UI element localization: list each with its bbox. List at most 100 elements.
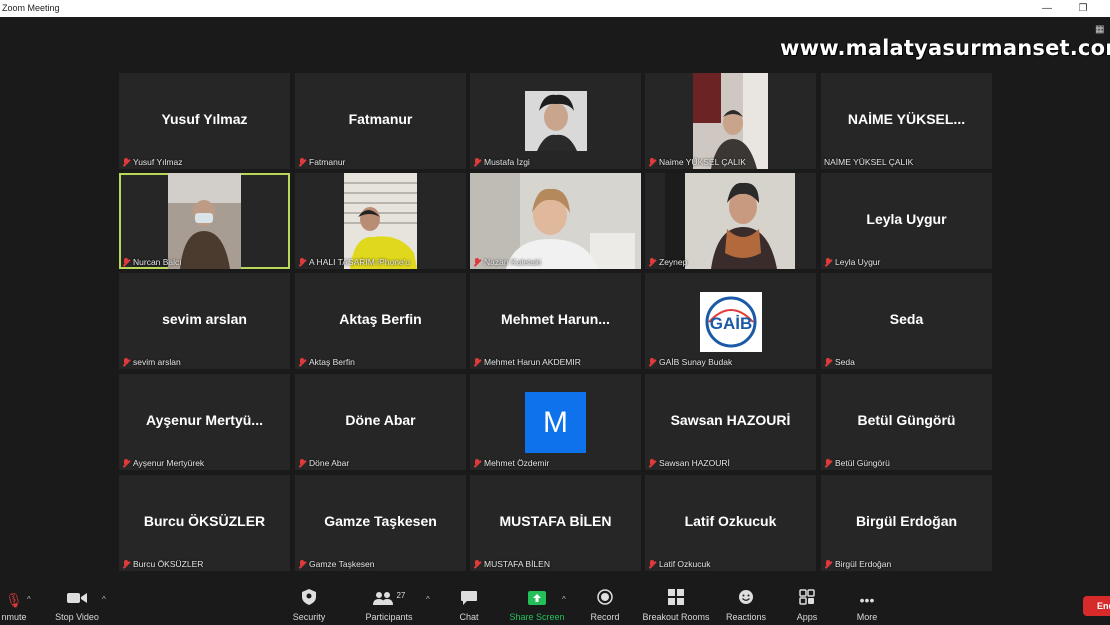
participant-caption-name: Burcu ÖKSÜZLER	[133, 559, 204, 569]
window-title: Zoom Meeting	[2, 3, 60, 13]
muted-mic-icon	[648, 357, 656, 367]
participant-caption: Mustafa İzgi	[473, 157, 530, 167]
muted-mic-icon	[824, 357, 832, 367]
video-options-caret-icon[interactable]: ^	[102, 595, 106, 604]
participant-caption: Ayşenur Mertyürek	[122, 458, 204, 468]
participant-caption: MUSTAFA BİLEN	[473, 559, 550, 569]
participant-caption-name: Zeynep	[659, 257, 688, 267]
participant-tile[interactable]: Mustafa İzgi	[470, 73, 641, 169]
share-options-caret-icon[interactable]: ^	[562, 595, 566, 604]
participant-caption-name: Betül Güngörü	[835, 458, 890, 468]
participant-tile[interactable]: Yusuf Yılmaz Yusuf Yılmaz	[119, 73, 290, 169]
participant-caption-name: Yusuf Yılmaz	[133, 157, 183, 167]
end-meeting-button[interactable]: End	[1083, 596, 1110, 616]
record-button[interactable]: Record	[586, 583, 624, 625]
participant-caption-name: Nazan Kaletaki	[484, 257, 542, 267]
participant-tile[interactable]: GAİB GAİB Sunay Budak	[645, 273, 816, 369]
participant-tile[interactable]: Ayşenur Mertyü... Ayşenur Mertyürek	[119, 374, 290, 470]
muted-mic-icon	[122, 357, 130, 367]
participant-caption-name: MUSTAFA BİLEN	[484, 559, 550, 569]
initial-avatar: M	[525, 392, 586, 453]
participant-display-name: sevim arslan	[162, 311, 247, 327]
participant-caption-name: Mehmet Harun AKDEMIR	[484, 357, 581, 367]
participant-tile[interactable]: Gamze Taşkesen Gamze Taşkesen	[295, 475, 466, 571]
participant-tile[interactable]: Mehmet Harun... Mehmet Harun AKDEMIR	[470, 273, 641, 369]
reactions-button[interactable]: Reactions	[724, 583, 768, 625]
participant-caption: Aktaş Berfin	[298, 357, 355, 367]
participant-caption: GAİB Sunay Budak	[648, 357, 732, 367]
participants-icon: 27	[361, 589, 417, 611]
gallery-grid: Yusuf Yılmaz Yusuf Yılmaz Fatmanur Fatma…	[119, 73, 994, 571]
participant-tile[interactable]: Naime YÜKSEL ÇALIK	[645, 73, 816, 169]
participant-tile[interactable]: Burcu ÖKSÜZLER Burcu ÖKSÜZLER	[119, 475, 290, 571]
participant-caption: Naime YÜKSEL ÇALIK	[648, 157, 746, 167]
participant-tile[interactable]: Zeynep	[645, 173, 816, 269]
stop-video-button[interactable]: Stop Video	[50, 583, 104, 625]
participant-display-name: Döne Abar	[345, 412, 416, 428]
muted-mic-icon	[298, 357, 306, 367]
participant-tile[interactable]: Birgül Erdoğan Birgül Erdoğan	[821, 475, 992, 571]
participant-tile[interactable]: Leyla Uygur Leyla Uygur	[821, 173, 992, 269]
participant-caption: Seda	[824, 357, 855, 367]
security-button[interactable]: Security	[289, 583, 329, 625]
grid-view-icon[interactable]: ▦	[1095, 24, 1104, 35]
participant-tile[interactable]: M Mehmet Özdemir	[470, 374, 641, 470]
participant-caption: Latif Ozkucuk	[648, 559, 711, 569]
muted-mic-icon	[122, 458, 130, 468]
muted-mic-icon	[648, 559, 656, 569]
participant-caption-name: Birgül Erdoğan	[835, 559, 892, 569]
security-label: Security	[292, 612, 326, 622]
video-feed	[693, 73, 768, 169]
more-button[interactable]: ••• More	[850, 583, 884, 625]
participant-caption-name: Döne Abar	[309, 458, 350, 468]
participant-caption-name: Seda	[835, 357, 855, 367]
participant-tile[interactable]: MUSTAFA BİLEN MUSTAFA BİLEN	[470, 475, 641, 571]
participant-caption: Yusuf Yılmaz	[122, 157, 182, 167]
muted-mic-icon	[298, 257, 306, 267]
share-screen-button[interactable]: Share Screen	[508, 583, 566, 625]
video-feed	[168, 173, 241, 269]
muted-mic-icon	[824, 458, 832, 468]
participant-tile[interactable]: Aktaş Berfin Aktaş Berfin	[295, 273, 466, 369]
participants-options-caret-icon[interactable]: ^	[426, 595, 430, 604]
participant-tile[interactable]: NAİME YÜKSEL... NAİME YÜKSEL ÇALIK	[821, 73, 992, 169]
unmute-button[interactable]: 🎙 nmute	[0, 583, 28, 625]
participant-caption-name: Naime YÜKSEL ÇALIK	[659, 157, 746, 167]
chat-label: Chat	[459, 612, 479, 622]
apps-button[interactable]: Apps	[790, 583, 824, 625]
participant-tile[interactable]: Betül Güngörü Betül Güngörü	[821, 374, 992, 470]
participant-caption-name: Mustafa İzgi	[484, 157, 530, 167]
participant-caption-name: Mehmet Özdemir	[484, 458, 550, 468]
chat-button[interactable]: Chat	[452, 583, 486, 625]
participant-tile[interactable]: A HALI TASARIM iPhone'u	[295, 173, 466, 269]
muted-mic-icon	[473, 559, 481, 569]
participant-tile-active-speaker[interactable]: Nurcan Balcı	[119, 173, 290, 269]
breakout-rooms-button[interactable]: Breakout Rooms	[640, 583, 712, 625]
participant-display-name: NAİME YÜKSEL...	[847, 111, 966, 127]
gaib-logo-icon: GAİB	[705, 296, 757, 348]
participant-tile[interactable]: Fatmanur Fatmanur	[295, 73, 466, 169]
participant-display-name: Betül Güngörü	[857, 412, 956, 428]
participant-tile[interactable]: Seda Seda	[821, 273, 992, 369]
participant-display-name: Seda	[889, 311, 924, 327]
participant-caption-name: Leyla Uygur	[835, 257, 881, 267]
participant-caption-name: Gamze Taşkesen	[309, 559, 375, 569]
participant-caption: Sawsan HAZOURİ	[648, 458, 730, 468]
audio-options-caret-icon[interactable]: ^	[27, 595, 31, 604]
participant-tile[interactable]: Nazan Kaletaki	[470, 173, 641, 269]
participants-button[interactable]: 27 Participants	[361, 583, 417, 625]
participant-caption: Mehmet Harun AKDEMIR	[473, 357, 581, 367]
participant-tile[interactable]: Latif Ozkucuk Latif Ozkucuk	[645, 475, 816, 571]
participant-display-name: Latif Ozkucuk	[684, 513, 777, 529]
participant-caption: A HALI TASARIM iPhone'u	[298, 257, 410, 267]
participant-caption-name: Latif Ozkucuk	[659, 559, 711, 569]
video-camera-icon	[50, 589, 104, 611]
participant-caption: Birgül Erdoğan	[824, 559, 891, 569]
participant-tile[interactable]: Döne Abar Döne Abar	[295, 374, 466, 470]
minimize-button[interactable]: —	[1036, 0, 1058, 17]
restore-button[interactable]: ❐	[1072, 0, 1094, 17]
participant-caption-name: NAİME YÜKSEL ÇALIK	[824, 157, 914, 167]
participant-tile[interactable]: sevim arslan sevim arslan	[119, 273, 290, 369]
participant-tile[interactable]: Sawsan HAZOURİ Sawsan HAZOURİ	[645, 374, 816, 470]
muted-mic-icon	[122, 157, 130, 167]
